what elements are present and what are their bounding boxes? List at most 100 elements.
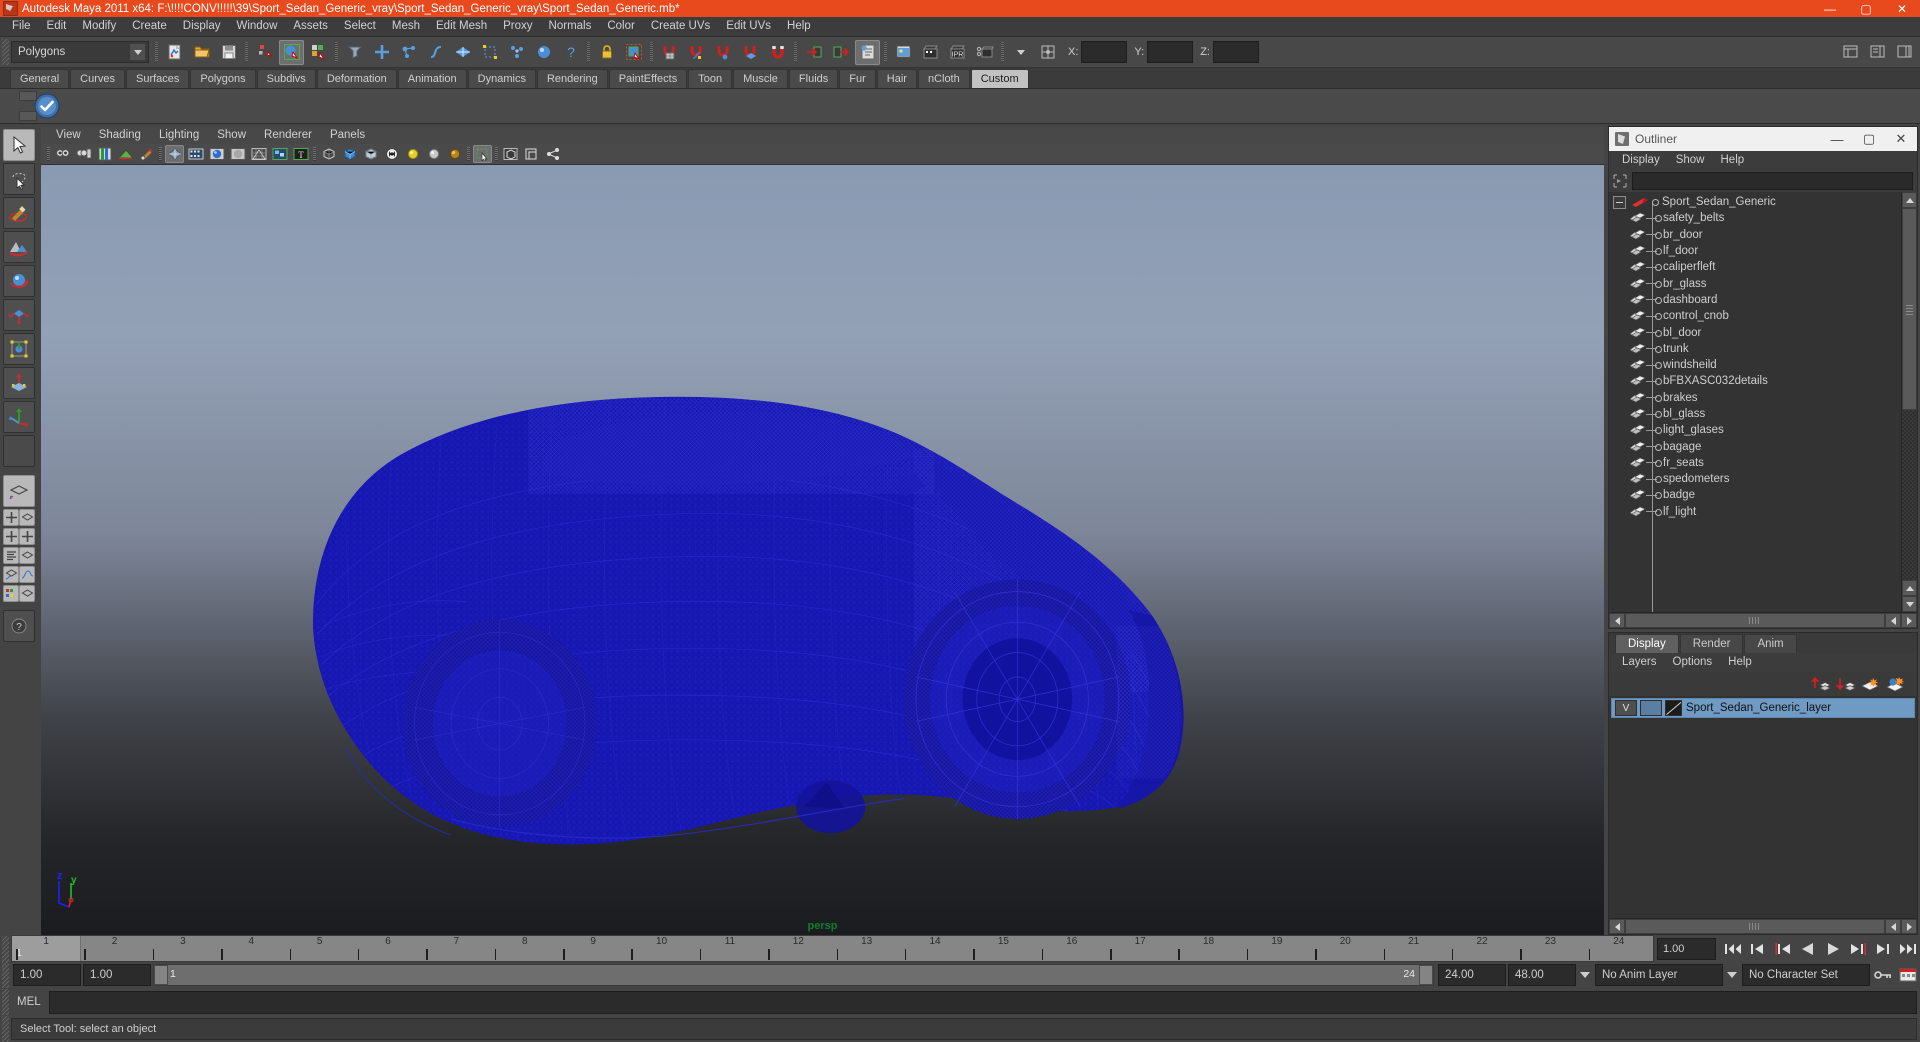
outliner-item-row[interactable]: bl_door [1609, 324, 1901, 340]
coord-z-field[interactable] [1212, 41, 1259, 63]
select-curves-icon[interactable] [423, 40, 448, 65]
outliner-item-row[interactable]: br_door [1609, 227, 1901, 243]
show-hide-attribute-editor-icon[interactable] [1865, 39, 1890, 64]
select-rendering-icon[interactable] [531, 40, 556, 65]
chevron-down-icon[interactable] [1008, 40, 1033, 65]
four-view-layout-a[interactable] [3, 509, 19, 526]
outliner-root-row[interactable]: Sport_Sedan_Generic [1609, 194, 1901, 210]
share-node-icon[interactable] [543, 145, 562, 163]
layer-help-menu[interactable]: Help [1720, 653, 1760, 672]
move-layer-up-icon[interactable] [1810, 674, 1832, 694]
outliner-item-row[interactable]: bFBXASC032details [1609, 373, 1901, 389]
shelf-tab-custom[interactable]: Custom [970, 69, 1029, 88]
layer-horizontal-scrollbar[interactable] [1609, 918, 1917, 934]
select-tool[interactable] [3, 129, 35, 161]
four-view-layout-b[interactable] [3, 528, 19, 545]
menu-edit-uvs[interactable]: Edit UVs [718, 17, 779, 36]
step-back-frame-icon[interactable] [1770, 938, 1795, 960]
shelf-tab-toon[interactable]: Toon [688, 69, 733, 88]
channel-box-toggle-icon[interactable] [1035, 40, 1060, 65]
render-view-icon[interactable] [891, 40, 916, 65]
shelf-options-column[interactable] [18, 91, 38, 121]
auto-key-icon[interactable] [1870, 964, 1895, 986]
sculpt-geometry-tool[interactable] [3, 231, 35, 263]
shelf-tab-deformation[interactable]: Deformation [316, 69, 397, 88]
smooth-shade-all-icon[interactable] [186, 145, 205, 163]
outliner-tree[interactable]: Sport_Sedan_Generic safety_belts br_door… [1609, 192, 1917, 612]
gamma-icon[interactable] [424, 145, 443, 163]
scroll-left-icon[interactable] [1885, 613, 1901, 628]
outliner-search-input[interactable] [1632, 172, 1913, 190]
range-slider-grip[interactable] [2, 962, 9, 988]
viewport-menu-show[interactable]: Show [208, 126, 255, 144]
select-by-object-icon[interactable] [279, 39, 304, 65]
outliner-item-row[interactable]: fr_seats [1609, 455, 1901, 471]
graph-editor-layout[interactable] [19, 566, 35, 583]
xray-joints-icon[interactable] [382, 145, 401, 163]
options-menu[interactable]: Options [1665, 653, 1721, 672]
shaded-textured-icon[interactable] [249, 145, 268, 163]
menu-set-selector[interactable]: Polygons [11, 41, 149, 63]
viewport-menu-lighting[interactable]: Lighting [150, 126, 208, 144]
exposure-icon[interactable] [403, 145, 422, 163]
smooth-shade-selected-icon[interactable] [207, 145, 226, 163]
shelf-tabs-menu-icon[interactable] [19, 111, 37, 121]
shaded-box-icon[interactable] [501, 145, 520, 163]
layer-list[interactable]: V Sport_Sedan_Generic_layer [1609, 696, 1917, 918]
new-scene-icon[interactable] [162, 40, 187, 65]
select-handles-icon[interactable] [369, 40, 394, 65]
select-camera-icon[interactable] [53, 145, 72, 163]
layer-display-type-toggle[interactable] [1640, 700, 1662, 716]
new-layer-from-selected-icon[interactable] [1885, 674, 1907, 694]
wireframe-icon[interactable] [165, 145, 184, 163]
outliner-menu-display[interactable]: Display [1614, 151, 1668, 170]
outliner-item-row[interactable]: lf_light [1609, 504, 1901, 520]
flat-shade-icon[interactable] [228, 145, 247, 163]
sport-sedan-wireframe-model[interactable] [41, 165, 1604, 935]
marquee-region-icon[interactable] [473, 145, 492, 163]
outliner-horizontal-scrollbar[interactable] [1609, 612, 1917, 628]
scroll-up-icon[interactable] [1902, 192, 1917, 208]
menu-assets[interactable]: Assets [285, 17, 336, 36]
shelf-tab-fluids[interactable]: Fluids [788, 69, 839, 88]
play-backwards-icon[interactable] [1795, 938, 1820, 960]
universal-manipulator-tool[interactable] [3, 333, 35, 365]
outliner-item-row[interactable]: trunk [1609, 341, 1901, 357]
menu-mesh[interactable]: Mesh [384, 17, 428, 36]
paint-select-tool[interactable] [3, 197, 35, 229]
collapse-icon[interactable] [1613, 195, 1626, 209]
menu-window[interactable]: Window [228, 17, 285, 36]
tab-anim[interactable]: Anim [1744, 634, 1797, 653]
chevron-down-icon[interactable] [1576, 965, 1593, 985]
soft-modification-tool[interactable] [3, 367, 35, 399]
scroll-track[interactable] [1902, 410, 1917, 580]
outliner-item-row[interactable]: bagage [1609, 438, 1901, 454]
render-current-frame-icon[interactable] [918, 40, 943, 65]
output-connections-icon[interactable] [828, 40, 853, 65]
scroll-thumb-horizontal[interactable] [1625, 919, 1885, 934]
menu-modify[interactable]: Modify [74, 17, 124, 36]
move-tool[interactable] [3, 401, 35, 433]
scroll-down-icon[interactable] [1902, 596, 1917, 612]
menu-color[interactable]: Color [599, 17, 642, 36]
select-by-component-icon[interactable] [306, 40, 331, 65]
shelf-tab-hair[interactable]: Hair [876, 69, 917, 88]
coord-y-field[interactable] [1147, 41, 1194, 63]
two-pane-layout[interactable] [19, 528, 35, 545]
scroll-right-icon[interactable] [1901, 919, 1917, 934]
outliner-item-row[interactable]: lf_door [1609, 243, 1901, 259]
snap-grid-icon[interactable] [657, 40, 682, 65]
menu-select[interactable]: Select [336, 17, 384, 36]
select-joints-icon[interactable] [396, 40, 421, 65]
snap-curve-icon[interactable] [684, 40, 709, 65]
current-time-field[interactable]: 1.00 [1657, 937, 1716, 960]
persp-graph-layout[interactable] [3, 566, 19, 583]
outliner-vertical-scrollbar[interactable] [1901, 192, 1917, 612]
tab-display[interactable]: Display [1615, 634, 1679, 653]
layer-name[interactable]: Sport_Sedan_Generic_layer [1686, 702, 1831, 714]
camera-attributes-icon[interactable] [74, 145, 93, 163]
shelf-tab-surfaces[interactable]: Surfaces [125, 69, 190, 88]
shelf-tab-rendering[interactable]: Rendering [536, 69, 608, 88]
shelf-tab-ncloth[interactable]: nCloth [917, 69, 970, 88]
isolate-select-icon[interactable] [340, 145, 359, 163]
